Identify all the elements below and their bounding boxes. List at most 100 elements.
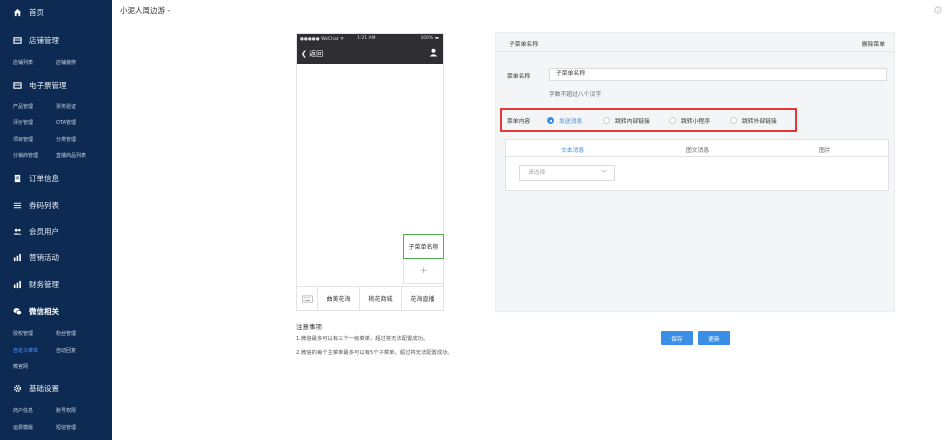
phone-preview: ●●●●● WeChat ᯤ 1:21 AM 100% ▬ ❮ 返回 子菜单名称… xyxy=(296,33,444,311)
card-icon xyxy=(13,36,22,44)
sidebar-item-label: 订单信息 xyxy=(29,173,59,183)
sidebar-subitem-category[interactable]: 分类管理 xyxy=(56,136,76,143)
sidebar-subitem-product[interactable]: 产品管理 xyxy=(13,103,33,110)
sidebar-item-store[interactable]: 店铺管理 xyxy=(13,33,59,47)
tab-text-message[interactable]: 文本消息 xyxy=(561,145,584,154)
sidebar-subitem-live-goods[interactable]: 直播商品列表 xyxy=(56,152,86,159)
radio-send-message[interactable]: 发送消息 xyxy=(547,116,582,125)
sidebar-item-ticket[interactable]: 电子票管理 xyxy=(13,78,67,92)
sidebar-item-marketing[interactable]: 营销活动 xyxy=(13,250,59,264)
message-select[interactable]: 请选择 xyxy=(519,165,615,181)
sidebar-item-label: 首页 xyxy=(29,7,44,17)
sidebar-item-settings[interactable]: 基础设置 xyxy=(13,381,59,395)
home-icon xyxy=(13,8,22,16)
sidebar-subitem-sms[interactable]: 短信管理 xyxy=(56,424,76,431)
sidebar-subitem-review[interactable]: 评价管理 xyxy=(13,119,33,126)
sidebar-item-label: 基础设置 xyxy=(29,383,59,393)
sidebar-subitem-custom-menu[interactable]: 自定义菜单 xyxy=(13,347,38,354)
sidebar-subitem-permissions[interactable]: 账号权限 xyxy=(56,407,76,414)
chevron-left-icon: ❮ xyxy=(301,50,307,58)
bar-chart-icon xyxy=(13,253,21,261)
sidebar-item-members[interactable]: 会员用户 xyxy=(13,224,59,238)
divider xyxy=(496,51,894,52)
sidebar-subitem-distributor[interactable]: 分销商管理 xyxy=(13,152,38,159)
tab-news-message[interactable]: 图文消息 xyxy=(686,145,709,154)
page-title: 小泥人周边游 - xyxy=(120,6,171,15)
radio-label: 跳转内部链接 xyxy=(615,119,650,125)
sidebar-item-label: 店铺管理 xyxy=(29,35,59,45)
phone-menu-item[interactable]: 花海直播 xyxy=(402,287,443,310)
document-icon xyxy=(14,174,21,182)
users-icon xyxy=(13,228,22,235)
menu-content-label: 菜单内容 xyxy=(507,119,531,125)
sidebar-subitem-auto-reply[interactable]: 自动回复 xyxy=(56,347,76,354)
note-item: 2.微信的每个主菜单最多可以有5个子菜单，超过将无法配置成功。 xyxy=(296,350,453,356)
menu-edit-panel: 子菜单名称 删除菜单 菜单名称 子菜单名称 字数不超过八个汉字 菜单内容 发送消… xyxy=(495,32,895,312)
add-sub-menu-button[interactable]: + xyxy=(403,259,444,284)
radio-label: 跳转小程序 xyxy=(681,119,710,125)
menu-name-input[interactable]: 子菜单名称 xyxy=(549,68,887,81)
radio-internal-link[interactable]: 跳转内部链接 xyxy=(603,116,650,125)
tab-image[interactable]: 图片 xyxy=(819,145,831,154)
delete-menu-link[interactable]: 删除菜单 xyxy=(862,39,885,48)
sidebar-subitem-freight[interactable]: 运费模版 xyxy=(13,424,33,431)
radio-external-link[interactable]: 跳转外部链接 xyxy=(730,116,777,125)
info-circle-icon[interactable] xyxy=(934,6,942,14)
chevron-down-icon xyxy=(601,169,607,173)
sidebar-subitem-store-list[interactable]: 店铺列表 xyxy=(13,59,33,66)
message-type-tabs: 文本消息 图文消息 图片 xyxy=(506,140,888,157)
sidebar-subitem-auth[interactable]: 授权管理 xyxy=(13,330,33,337)
update-button[interactable]: 更新 xyxy=(698,331,730,345)
sidebar-item-coupons[interactable]: 券码列表 xyxy=(13,198,59,212)
sub-menu-item[interactable]: 子菜单名称 xyxy=(403,234,444,259)
keyboard-icon[interactable] xyxy=(297,287,318,310)
sidebar-subitem-microsite[interactable]: 微官网 xyxy=(13,363,28,370)
phone-menu-item[interactable]: 桃花商城 xyxy=(360,287,402,310)
menu-name-hint: 字数不超过八个汉字 xyxy=(549,92,602,98)
menu-name-label: 菜单名称 xyxy=(507,74,531,80)
sidebar-item-wechat[interactable]: 微信相关 xyxy=(13,304,59,318)
radio-mini-program[interactable]: 跳转小程序 xyxy=(669,116,710,125)
radio-label: 发送消息 xyxy=(559,119,583,125)
select-placeholder: 请选择 xyxy=(528,170,546,176)
sidebar-item-label: 券码列表 xyxy=(29,200,59,210)
note-item: 1.微信最多可以有三个一级菜单，超过将无法配置成功。 xyxy=(296,336,429,342)
phone-menu-item[interactable]: 曲美花海 xyxy=(318,287,360,310)
sidebar-subitem-project[interactable]: 项目管理 xyxy=(13,136,33,143)
list-icon xyxy=(13,202,22,208)
wechat-icon xyxy=(13,307,22,315)
phone-status-carrier: ●●●●● WeChat ᯤ xyxy=(300,37,345,42)
user-icon[interactable] xyxy=(429,48,438,57)
bar-chart-icon xyxy=(13,280,21,288)
phone-status-time: 1:21 AM xyxy=(357,36,376,41)
notes-title: 注意事项 xyxy=(296,323,322,331)
radio-label: 跳转外部链接 xyxy=(742,119,777,125)
sidebar-subitem-store-decor[interactable]: 店铺装修 xyxy=(56,59,76,66)
phone-menu-bar: 曲美花海 桃花商城 花海直播 xyxy=(297,286,443,310)
sidebar-item-finance[interactable]: 财务管理 xyxy=(13,277,59,291)
radio-dot xyxy=(603,117,610,124)
sidebar-item-label: 会员用户 xyxy=(29,226,59,236)
radio-dot xyxy=(730,117,737,124)
gear-icon xyxy=(13,384,22,392)
sidebar-subitem-fans[interactable]: 粉丝管理 xyxy=(56,330,76,337)
sidebar-item-orders[interactable]: 订单信息 xyxy=(13,171,59,185)
sidebar-subitem-ticket-verify[interactable]: 票务验证 xyxy=(56,103,76,110)
phone-back-button[interactable]: ❮ 返回 xyxy=(301,49,323,59)
sidebar-item-home[interactable]: 首页 xyxy=(13,5,44,19)
phone-title-bar: ●●●●● WeChat ᯤ 1:21 AM 100% ▬ ❮ 返回 xyxy=(297,34,443,64)
phone-back-label: 返回 xyxy=(309,50,324,58)
sidebar-subitem-ota[interactable]: OTA管理 xyxy=(56,119,76,126)
sidebar-item-label: 电子票管理 xyxy=(29,80,67,90)
message-content-box: 文本消息 图文消息 图片 请选择 xyxy=(505,139,889,191)
radio-dot xyxy=(547,117,554,124)
sidebar: 首页 店铺管理 店铺列表 店铺装修 电子票管理 产品管理 票务验证 评价管理 O… xyxy=(0,0,112,440)
sidebar-item-label: 财务管理 xyxy=(29,279,59,289)
save-button[interactable]: 保存 xyxy=(661,331,693,345)
card-icon xyxy=(13,81,22,89)
sidebar-item-label: 微信相关 xyxy=(29,306,59,316)
sidebar-item-label: 营销活动 xyxy=(29,252,59,262)
panel-title: 子菜单名称 xyxy=(509,42,538,48)
sidebar-subitem-merchant[interactable]: 商户信息 xyxy=(13,407,33,414)
phone-status-battery: 100% ▬ xyxy=(420,36,439,41)
